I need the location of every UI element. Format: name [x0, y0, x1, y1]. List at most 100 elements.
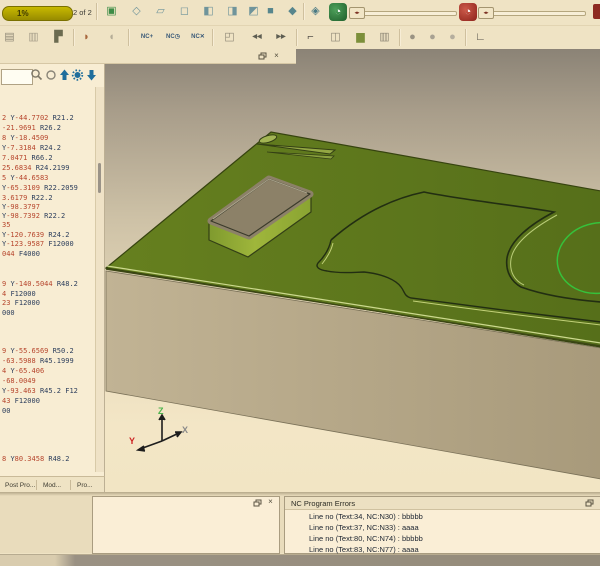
- speed-slider-green-handle[interactable]: ◂▸: [349, 7, 365, 19]
- code-scrollbar[interactable]: [95, 87, 104, 472]
- find-next-icon[interactable]: [85, 68, 98, 82]
- nc-code-line[interactable]: 9 Y-140.5044 R48.2: [2, 280, 78, 288]
- view-shaded-icon[interactable]: ■: [262, 3, 279, 20]
- sphere-z-icon[interactable]: ●: [444, 29, 461, 46]
- fit-view-icon[interactable]: ▣: [103, 3, 120, 20]
- fast-forward-icon[interactable]: ▶▶: [270, 29, 292, 46]
- nc-code-line[interactable]: -21.9691 R26.2: [2, 124, 61, 132]
- view-right-icon[interactable]: ◧: [200, 3, 217, 20]
- nc-code-line[interactable]: Y-7.3184 R24.2: [2, 144, 61, 152]
- nc-code-line[interactable]: -68.0049: [2, 377, 36, 385]
- speed-slider-red[interactable]: [480, 11, 586, 16]
- nc-code-line[interactable]: 2 Y-44.7702 R21.2: [2, 114, 74, 122]
- viewport-3d[interactable]: Z Y X: [104, 49, 600, 492]
- output-panel-float-icon[interactable]: [253, 499, 262, 508]
- axis-x-label: X: [182, 425, 188, 435]
- search-icon[interactable]: [30, 68, 43, 82]
- simulate-stock-icon[interactable]: ◗: [78, 29, 95, 46]
- speed-gauge-red-icon[interactable]: ◔: [459, 3, 477, 21]
- nc-code-line[interactable]: 8 Y-18.4509: [2, 134, 48, 142]
- find-previous-icon[interactable]: [58, 68, 71, 82]
- workpiece-block-icon[interactable]: ▛: [50, 29, 67, 46]
- error-row[interactable]: Line no (Text:80, NC:N74) : bbbbb: [309, 534, 423, 543]
- code-word: R24.2: [40, 144, 61, 152]
- code-value: -63.5988: [2, 357, 40, 365]
- nc-code-line[interactable]: 25.6834 R24.2199: [2, 164, 69, 172]
- nc-code-line[interactable]: Y-93.463 R45.2 F12: [2, 387, 78, 395]
- nc-code-line[interactable]: Y-98.3797: [2, 203, 40, 211]
- dock-close-icon[interactable]: ×: [272, 52, 281, 61]
- report-icon[interactable]: ◫: [327, 29, 344, 46]
- remove-stock-icon[interactable]: ▤: [1, 29, 18, 46]
- nc-time-icon[interactable]: NC◷: [162, 29, 184, 46]
- nc-add-icon[interactable]: NC+: [136, 29, 158, 46]
- stock-plane-icon[interactable]: ◖: [103, 29, 120, 46]
- code-scrollbar-thumb[interactable]: [98, 163, 101, 193]
- restore-stock-icon[interactable]: ▥: [25, 29, 42, 46]
- nc-code-line[interactable]: 43 F12000: [2, 397, 40, 405]
- speed-slider-green[interactable]: [351, 11, 457, 16]
- dock-float-icon[interactable]: [258, 52, 267, 61]
- error-row[interactable]: Line no (Text:83, NC:N77) : aaaa: [309, 545, 419, 554]
- match-circle-icon[interactable]: [45, 68, 58, 82]
- view-rotate-icon[interactable]: ◆: [284, 3, 301, 20]
- nc-code-line[interactable]: Y-98.7392 R22.2: [2, 212, 65, 220]
- code-value: 25.6834: [2, 164, 36, 172]
- nc-code-line[interactable]: 4 Y-65.406: [2, 367, 44, 375]
- code-tab-3[interactable]: Pro...: [74, 480, 96, 491]
- nc-code-line[interactable]: 8 Y80.3458 R48.2: [2, 455, 69, 463]
- view-top-icon[interactable]: ▱: [152, 3, 169, 20]
- error-row[interactable]: Line no (Text:37, NC:N33) : aaaa: [309, 523, 419, 532]
- error-row[interactable]: Line no (Text:34, NC:N30) : bbbbb: [309, 512, 423, 521]
- output-panel-close-icon[interactable]: ×: [266, 498, 275, 507]
- speed-slider-red-handle[interactable]: ◂▸: [478, 7, 494, 19]
- window-step-icon[interactable]: ◰: [221, 29, 238, 46]
- nc-delete-icon[interactable]: NC✕: [187, 29, 209, 46]
- code-value: 7.0471: [2, 154, 32, 162]
- nc-code-line[interactable]: 000: [2, 309, 15, 317]
- speed-gauge-green-icon[interactable]: ◔: [329, 3, 347, 21]
- nc-code-line[interactable]: Y-120.7639 R24.2: [2, 231, 69, 239]
- nc-code-line[interactable]: Y-123.9587 F12000: [2, 240, 74, 248]
- code-word: F12000: [48, 240, 73, 248]
- nc-code-line[interactable]: 23 F12000: [2, 299, 40, 307]
- nc-code-line[interactable]: 9 Y-55.6569 R50.2: [2, 347, 74, 355]
- nc-code-line[interactable]: 35: [2, 221, 10, 229]
- search-settings-icon[interactable]: [71, 68, 84, 82]
- view-back-icon[interactable]: ◨: [224, 3, 241, 20]
- nc-code-line[interactable]: 7.0471 R66.2: [2, 154, 53, 162]
- solid-cube-icon[interactable]: ◈: [307, 3, 324, 20]
- output-panel: ×: [92, 496, 280, 554]
- code-value: -44.6583: [15, 174, 49, 182]
- clipped-toolbar-icon[interactable]: [593, 4, 600, 19]
- code-value: -140.5044: [15, 280, 57, 288]
- nc-code-line[interactable]: -63.5988 R45.1999: [2, 357, 74, 365]
- nc-code-line[interactable]: 4 F12000: [2, 290, 36, 298]
- nc-code-line[interactable]: 044 F4000: [2, 250, 40, 258]
- nc-code-line[interactable]: 00: [2, 407, 10, 415]
- sphere-x-icon[interactable]: ●: [404, 29, 421, 46]
- nc-code-line[interactable]: Y-65.3109 R22.2059: [2, 184, 78, 192]
- code-tab-2[interactable]: Mod...: [40, 480, 64, 491]
- code-word: R22.2059: [44, 184, 78, 192]
- code-word: F12000: [10, 290, 35, 298]
- nc-code-listing[interactable]: 2 Y-44.7702 R21.2 -21.9691 R26.2 8 Y-18.45…: [0, 87, 96, 472]
- nc-code-line[interactable]: 5 Y-44.6583: [2, 174, 48, 182]
- probe-tool-icon[interactable]: ⌐: [302, 29, 319, 46]
- stock-barrel-icon[interactable]: ▥: [376, 29, 393, 46]
- search-input[interactable]: [1, 69, 33, 85]
- cam-application-window: 1% 2 of 2 ◔ ◂▸ ◔ ◂▸ ▣◇▱◻◧◨◩■◆◈ ▤▥▛◗◖NC+N…: [0, 0, 600, 566]
- toolbar-separator: [399, 29, 400, 46]
- nc-code-line[interactable]: 3.6179 R22.2: [2, 194, 53, 202]
- toolbar-separator: [296, 29, 297, 46]
- axes-icon[interactable]: ∟: [472, 29, 489, 46]
- errors-panel-header: NC Program Errors: [285, 497, 600, 510]
- code-tab-1[interactable]: Post Pro...: [2, 480, 38, 491]
- view-front-icon[interactable]: ◻: [176, 3, 193, 20]
- view-isometric-icon[interactable]: ◇: [128, 3, 145, 20]
- errors-panel-float-icon[interactable]: [585, 499, 594, 508]
- sphere-y-icon[interactable]: ●: [424, 29, 441, 46]
- stats-chart-icon[interactable]: ▆: [352, 29, 369, 46]
- view-left-icon[interactable]: ◩: [245, 3, 262, 20]
- rewind-icon[interactable]: ◀◀: [246, 29, 268, 46]
